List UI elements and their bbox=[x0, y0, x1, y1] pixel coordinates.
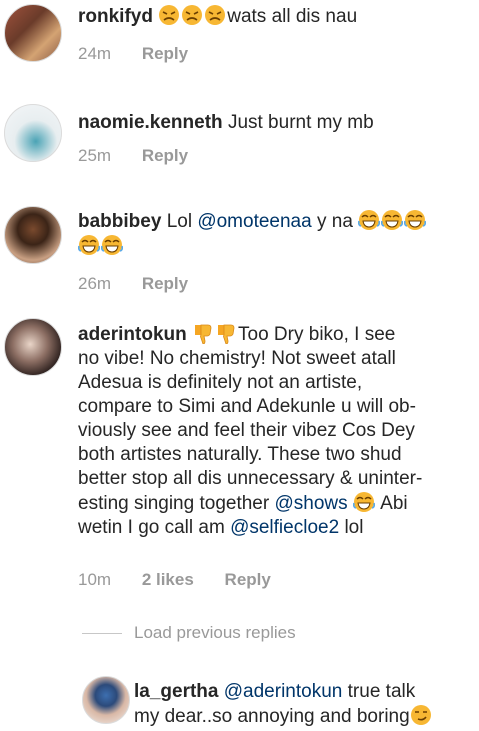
laughing-icon bbox=[404, 209, 427, 231]
mention-link[interactable]: @omoteenaa bbox=[197, 211, 311, 232]
reply-button[interactable]: Reply bbox=[142, 274, 188, 294]
thumbs-down-icon bbox=[194, 324, 212, 344]
laughing-icon bbox=[352, 491, 375, 513]
timestamp: 26m bbox=[78, 274, 112, 293]
comment-text: wetin I go call am bbox=[78, 517, 225, 538]
comment-text: my dear..so annoying and boring bbox=[134, 706, 410, 727]
comment-text: Adesua is definitely not an artiste, bbox=[78, 372, 363, 393]
comment-text: Lol bbox=[166, 211, 193, 232]
timestamp: 24m bbox=[78, 44, 112, 63]
comment-text: wats all dis nau bbox=[227, 6, 358, 27]
comment-text: both artistes naturally. These two shud bbox=[78, 444, 402, 465]
reply-button[interactable]: Reply bbox=[142, 44, 188, 64]
comment-text: compare to Simi and Adekunle u will ob- bbox=[78, 396, 416, 417]
comment-text: better stop all dis unnecessary & uninte… bbox=[78, 468, 423, 489]
mention-link[interactable]: @aderintokun bbox=[224, 681, 343, 702]
mention-link[interactable]: @shows bbox=[274, 493, 347, 514]
comment-text: y na bbox=[316, 211, 353, 232]
laughing-icon bbox=[358, 209, 381, 231]
thumbs-down-icon bbox=[217, 324, 235, 344]
username[interactable]: ronkifyd bbox=[78, 6, 153, 27]
comment-text: Just burnt my mb bbox=[227, 112, 374, 133]
laughing-icon bbox=[78, 234, 100, 256]
username[interactable]: la_gertha bbox=[134, 681, 218, 702]
comment-text: viously see and feel their vibez Cos Dey bbox=[78, 420, 415, 441]
username[interactable]: aderintokun bbox=[78, 324, 187, 345]
comment-text: no vibe! No chemistry! Not sweet atall bbox=[78, 348, 396, 369]
avatar[interactable] bbox=[4, 104, 62, 162]
comment-text: Too Dry biko, I see bbox=[238, 324, 396, 345]
comment-text: Abi bbox=[380, 493, 408, 514]
divider bbox=[82, 633, 122, 635]
comment-text: esting singing together bbox=[78, 493, 270, 514]
username[interactable]: naomie.kenneth bbox=[78, 112, 223, 133]
mention-link[interactable]: @selfiecloe2 bbox=[230, 517, 339, 538]
persevere-icon bbox=[181, 4, 204, 26]
avatar[interactable] bbox=[4, 206, 62, 264]
avatar[interactable] bbox=[4, 4, 62, 62]
timestamp: 25m bbox=[78, 146, 112, 165]
load-previous-label[interactable]: Load previous replies bbox=[134, 623, 296, 642]
avatar[interactable] bbox=[4, 318, 62, 376]
laughing-icon bbox=[381, 209, 404, 231]
avatar[interactable] bbox=[82, 676, 130, 724]
username[interactable]: babbibey bbox=[78, 211, 161, 232]
timestamp: 10m bbox=[78, 570, 112, 589]
load-previous-replies[interactable]: Load previous replies bbox=[82, 623, 296, 643]
persevere-icon bbox=[204, 4, 227, 26]
smirk-icon bbox=[409, 704, 432, 726]
comment-text: true talk bbox=[347, 681, 416, 702]
likes-count[interactable]: 2 likes bbox=[142, 570, 194, 590]
persevere-icon bbox=[158, 4, 181, 26]
comment-text: lol bbox=[344, 517, 364, 538]
reply-button[interactable]: Reply bbox=[225, 570, 271, 590]
laughing-icon bbox=[101, 234, 123, 256]
reply-button[interactable]: Reply bbox=[142, 146, 188, 166]
